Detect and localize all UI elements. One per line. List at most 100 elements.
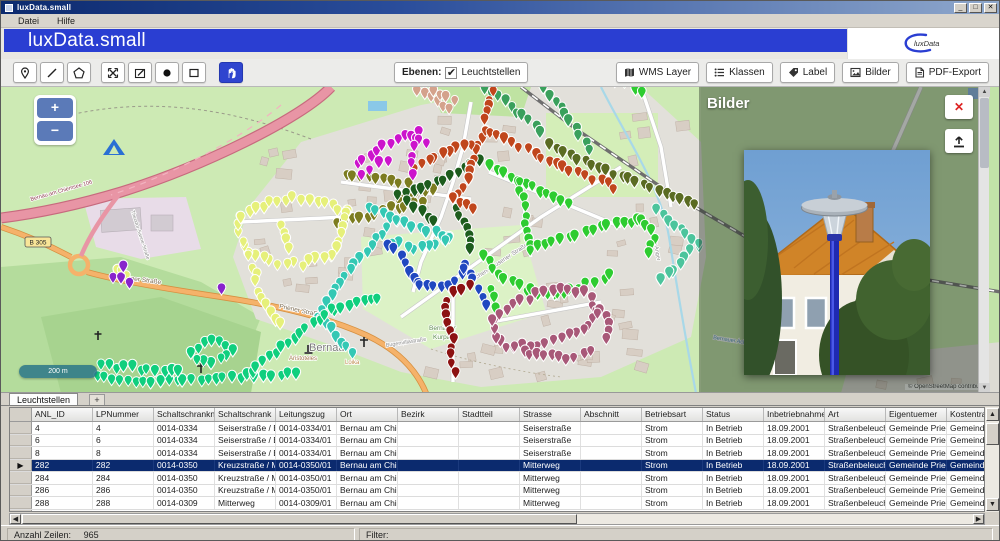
table-cell[interactable] [581, 460, 642, 472]
zoom-out-button[interactable]: − [37, 121, 73, 141]
column-header[interactable]: Kostentraeger [947, 408, 985, 421]
table-cell[interactable]: 4 [93, 422, 154, 434]
panel-scroll-down-icon[interactable]: ▼ [979, 383, 990, 392]
row-selector-cell[interactable] [10, 422, 32, 434]
table-cell[interactable] [398, 460, 459, 472]
panel-upload-button[interactable] [945, 129, 973, 153]
scroll-right-icon[interactable]: ▶ [973, 514, 984, 524]
table-cell[interactable]: Seiserstraße [520, 422, 581, 434]
table-cell[interactable]: Bernau am Chiem... [337, 472, 398, 484]
table-cell[interactable] [459, 447, 520, 459]
table-row[interactable]: 2882880014-0309Mitterweg0014-0309/01Bern… [10, 497, 984, 510]
table-cell[interactable]: 0014-0350/01 [276, 460, 337, 472]
table-cell[interactable]: 0014-0350/01 [276, 472, 337, 484]
table-cell[interactable]: Seiserstraße [520, 435, 581, 447]
table-cell[interactable]: 282 [32, 460, 93, 472]
table-cell[interactable]: Gemeinde Prien [886, 435, 947, 447]
column-header[interactable]: ANL_ID [32, 408, 93, 421]
table-cell[interactable]: 0014-0334/01 [276, 435, 337, 447]
table-cell[interactable]: 18.09.2001 [764, 435, 825, 447]
table-cell[interactable]: 288 [93, 497, 154, 509]
table-cell[interactable] [581, 447, 642, 459]
table-row[interactable]: 2862860014-0350Kreuzstraße / Mit...0014-… [10, 485, 984, 498]
rectangle-tool-button[interactable] [182, 62, 206, 83]
row-selector-cell[interactable]: ▶ [10, 460, 32, 472]
table-cell[interactable]: Gemeinde Pri... [947, 447, 985, 459]
table-cell[interactable]: 18.09.2001 [764, 485, 825, 497]
pdf-export-button[interactable]: PDF-Export [906, 62, 989, 83]
marker-tool-button[interactable] [13, 62, 37, 83]
move-tool-button[interactable] [101, 62, 125, 83]
table-cell[interactable]: Seiserstraße / Bu... [215, 422, 276, 434]
table-vertical-scrollbar[interactable]: ▲ ▼ [984, 407, 999, 512]
zoom-in-button[interactable]: + [37, 98, 73, 118]
table-cell[interactable]: 18.09.2001 [764, 472, 825, 484]
table-cell[interactable]: Mitterweg [520, 460, 581, 472]
table-cell[interactable]: 0014-0334/01 [276, 422, 337, 434]
row-selector-cell[interactable] [10, 485, 32, 497]
table-cell[interactable] [398, 497, 459, 509]
table-cell[interactable]: Straßenbeleucht... [825, 485, 886, 497]
table-cell[interactable]: 18.09.2001 [764, 422, 825, 434]
table-cell[interactable]: Straßenbeleucht... [825, 447, 886, 459]
table-cell[interactable] [581, 472, 642, 484]
table-cell[interactable]: In Betrieb [703, 460, 764, 472]
table-cell[interactable]: 8 [93, 447, 154, 459]
table-cell[interactable]: Gemeinde Pri... [947, 485, 985, 497]
table-cell[interactable]: Bernau am Chiem... [337, 447, 398, 459]
table-cell[interactable]: Straßenbeleucht... [825, 472, 886, 484]
table-cell[interactable]: 8 [32, 447, 93, 459]
table-cell[interactable] [581, 422, 642, 434]
column-header[interactable]: Schaltschrank [215, 408, 276, 421]
pan-tool-button[interactable] [219, 62, 243, 83]
table-cell[interactable]: 284 [32, 472, 93, 484]
table-cell[interactable]: Kreuzstraße / Mit... [215, 472, 276, 484]
table-row[interactable]: ▶2822820014-0350Kreuzstraße / Mit...0014… [10, 460, 984, 473]
scroll-left-icon[interactable]: ◀ [10, 514, 21, 524]
klassen-button[interactable]: Klassen [706, 62, 773, 83]
table-cell[interactable]: In Betrieb [703, 435, 764, 447]
scroll-down-icon[interactable]: ▼ [986, 498, 999, 511]
table-cell[interactable]: 18.09.2001 [764, 460, 825, 472]
table-cell[interactable]: Strom [642, 472, 703, 484]
menu-hilfe[interactable]: Hilfe [50, 15, 82, 27]
lamp-photo[interactable] [744, 150, 930, 375]
table-cell[interactable]: Straßenbeleucht... [825, 497, 886, 509]
column-header[interactable]: Bezirk [398, 408, 459, 421]
table-cell[interactable]: In Betrieb [703, 485, 764, 497]
table-cell[interactable]: Seiserstraße / Bu... [215, 435, 276, 447]
table-cell[interactable]: Mitterweg [520, 497, 581, 509]
table-cell[interactable]: 0014-0350 [154, 460, 215, 472]
column-header[interactable]: LPNummer [93, 408, 154, 421]
column-header[interactable]: Inbetriebnahme [764, 408, 825, 421]
table-row[interactable]: 880014-0334Seiserstraße / Bu...0014-0334… [10, 447, 984, 460]
table-cell[interactable]: Straßenbeleucht... [825, 422, 886, 434]
table-horizontal-scrollbar[interactable]: ◀ ▶ [9, 513, 985, 525]
table-cell[interactable]: 286 [32, 485, 93, 497]
table-row[interactable]: 440014-0334Seiserstraße / Bu...0014-0334… [10, 422, 984, 435]
point-tool-button[interactable] [155, 62, 179, 83]
table-cell[interactable]: Strom [642, 435, 703, 447]
table-cell[interactable] [398, 485, 459, 497]
table-cell[interactable]: 0014-0350 [154, 472, 215, 484]
table-cell[interactable] [459, 435, 520, 447]
table-cell[interactable]: Strom [642, 460, 703, 472]
table-cell[interactable]: Strom [642, 497, 703, 509]
table-cell[interactable]: Bernau am Chiem... [337, 485, 398, 497]
polygon-tool-button[interactable] [67, 62, 91, 83]
column-header[interactable]: Eigentuemer [886, 408, 947, 421]
maximize-button[interactable]: □ [969, 3, 982, 13]
table-cell[interactable] [459, 422, 520, 434]
row-selector-cell[interactable] [10, 497, 32, 509]
table-cell[interactable]: In Betrieb [703, 472, 764, 484]
scroll-up-icon[interactable]: ▲ [986, 408, 999, 421]
table-cell[interactable]: Mitterweg [215, 497, 276, 509]
table-cell[interactable]: In Betrieb [703, 422, 764, 434]
table-cell[interactable]: Strom [642, 422, 703, 434]
table-cell[interactable]: Gemeinde Pri... [947, 422, 985, 434]
map-scale-button[interactable]: 200 m [19, 365, 97, 378]
table-cell[interactable]: Seiserstraße / Bu... [215, 447, 276, 459]
table-cell[interactable]: Strom [642, 447, 703, 459]
map-canvas[interactable]: B 305 Bernau am Chiemsee 106Priener Stra… [1, 86, 1000, 392]
table-row[interactable]: 2842840014-0350Kreuzstraße / Mit...0014-… [10, 472, 984, 485]
